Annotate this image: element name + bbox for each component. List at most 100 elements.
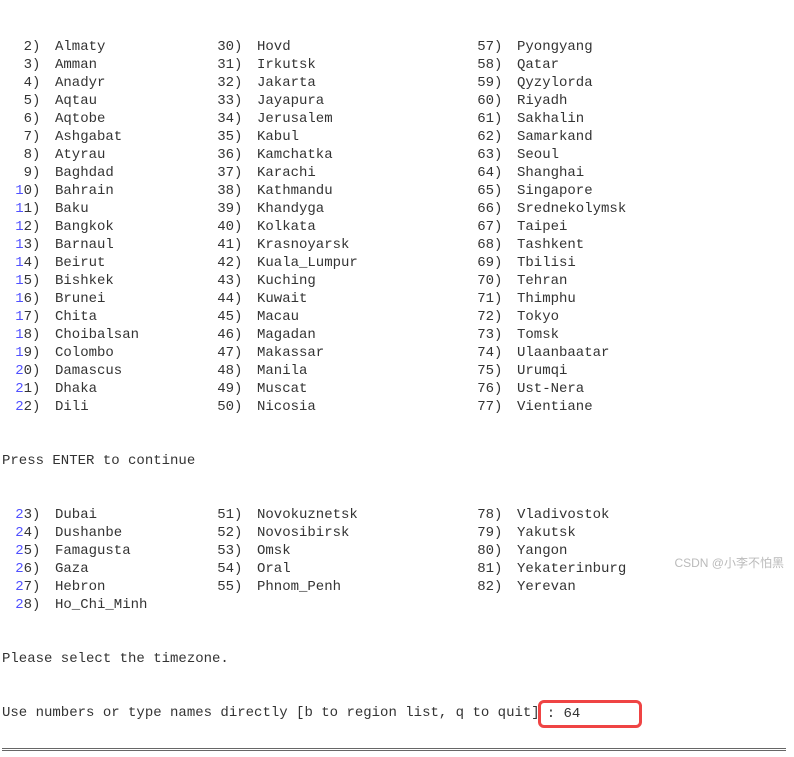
item-number: 14 [2, 254, 32, 272]
item-number: 70 [464, 272, 494, 290]
list-item: 46)Magadan [204, 326, 464, 344]
paren: ) [32, 38, 52, 56]
list-item: 45)Macau [204, 308, 464, 326]
paren: ) [32, 146, 52, 164]
list-item: 61)Sakhalin [464, 110, 724, 128]
item-number: 40 [204, 218, 234, 236]
item-number: 52 [204, 524, 234, 542]
list-row: 11)Baku39)Khandyga66)Srednekolymsk [2, 200, 794, 218]
list-row: 18)Choibalsan46)Magadan73)Tomsk [2, 326, 794, 344]
timezone-input[interactable]: : 64 [538, 700, 642, 728]
item-number: 15 [2, 272, 32, 290]
list-item: 24)Dushanbe [2, 524, 204, 542]
paren: ) [32, 56, 52, 74]
item-number: 65 [464, 182, 494, 200]
city-name: Tbilisi [514, 254, 576, 272]
list-item: 65)Singapore [464, 182, 724, 200]
paren: ) [234, 326, 254, 344]
city-name: Tehran [514, 272, 567, 290]
paren: ) [234, 254, 254, 272]
paren: ) [494, 110, 514, 128]
continue-prompt: Press ENTER to continue [2, 452, 794, 470]
list-item: 78)Vladivostok [464, 506, 724, 524]
item-number: 71 [464, 290, 494, 308]
list-item: 70)Tehran [464, 272, 724, 290]
list-item: 11)Baku [2, 200, 204, 218]
item-number: 34 [204, 110, 234, 128]
list-item: 49)Muscat [204, 380, 464, 398]
list-item: 9)Baghdad [2, 164, 204, 182]
list-item [204, 596, 464, 614]
city-name: Sakhalin [514, 110, 584, 128]
list-item: 52)Novosibirsk [204, 524, 464, 542]
item-number: 9 [2, 164, 32, 182]
item-number: 36 [204, 146, 234, 164]
list-item: 41)Krasnoyarsk [204, 236, 464, 254]
paren: ) [234, 506, 254, 524]
paren: ) [234, 182, 254, 200]
paren: ) [234, 74, 254, 92]
city-name: Makassar [254, 344, 324, 362]
paren: ) [494, 128, 514, 146]
paren: ) [494, 146, 514, 164]
list-item: 32)Jakarta [204, 74, 464, 92]
city-name: Krasnoyarsk [254, 236, 349, 254]
city-name: Pyongyang [514, 38, 593, 56]
city-name: Kuching [254, 272, 316, 290]
item-number: 67 [464, 218, 494, 236]
list-item: 5)Aqtau [2, 92, 204, 110]
paren: ) [32, 182, 52, 200]
item-number: 69 [464, 254, 494, 272]
city-name: Tashkent [514, 236, 584, 254]
list-row: 28)Ho_Chi_Minh [2, 596, 794, 614]
list-item: 26)Gaza [2, 560, 204, 578]
list-item: 73)Tomsk [464, 326, 724, 344]
list-item: 20)Damascus [2, 362, 204, 380]
paren: ) [494, 326, 514, 344]
list-row: 23)Dubai51)Novokuznetsk78)Vladivostok [2, 506, 794, 524]
city-name: Shanghai [514, 164, 584, 182]
city-name: Thimphu [514, 290, 576, 308]
paren: ) [494, 380, 514, 398]
city-name: Dushanbe [52, 524, 122, 542]
list-item: 30)Hovd [204, 38, 464, 56]
item-number: 32 [204, 74, 234, 92]
input-prompt-line: Use numbers or type names directly [b to… [2, 704, 794, 722]
city-name: Urumqi [514, 362, 567, 380]
city-name: Baku [52, 200, 89, 218]
item-number: 22 [2, 398, 32, 416]
city-name: Yakutsk [514, 524, 576, 542]
item-number: 43 [204, 272, 234, 290]
list-row: 24)Dushanbe52)Novosibirsk79)Yakutsk [2, 524, 794, 542]
paren: ) [234, 362, 254, 380]
paren: ) [32, 110, 52, 128]
item-number: 44 [204, 290, 234, 308]
paren: ) [234, 200, 254, 218]
city-name: Bangkok [52, 218, 114, 236]
paren: ) [494, 398, 514, 416]
item-number: 47 [204, 344, 234, 362]
instruction-text: Use numbers or type names directly [b to… [2, 704, 540, 722]
paren: ) [32, 560, 52, 578]
list-row: 15)Bishkek43)Kuching70)Tehran [2, 272, 794, 290]
item-number: 42 [204, 254, 234, 272]
city-name: Kamchatka [254, 146, 333, 164]
item-number: 74 [464, 344, 494, 362]
city-name: Kolkata [254, 218, 316, 236]
city-name: Anadyr [52, 74, 105, 92]
paren: ) [32, 200, 52, 218]
terminal-output: 2)Almaty30)Hovd57)Pyongyang3)Amman31)Irk… [0, 0, 794, 742]
paren: ) [234, 236, 254, 254]
paren: ) [234, 38, 254, 56]
city-name: Jayapura [254, 92, 324, 110]
city-name: Amman [52, 56, 97, 74]
paren: ) [32, 74, 52, 92]
paren: ) [32, 290, 52, 308]
item-number: 12 [2, 218, 32, 236]
item-number: 39 [204, 200, 234, 218]
city-name: Vientiane [514, 398, 593, 416]
list-item: 43)Kuching [204, 272, 464, 290]
item-number: 60 [464, 92, 494, 110]
item-number: 57 [464, 38, 494, 56]
city-name: Chita [52, 308, 97, 326]
